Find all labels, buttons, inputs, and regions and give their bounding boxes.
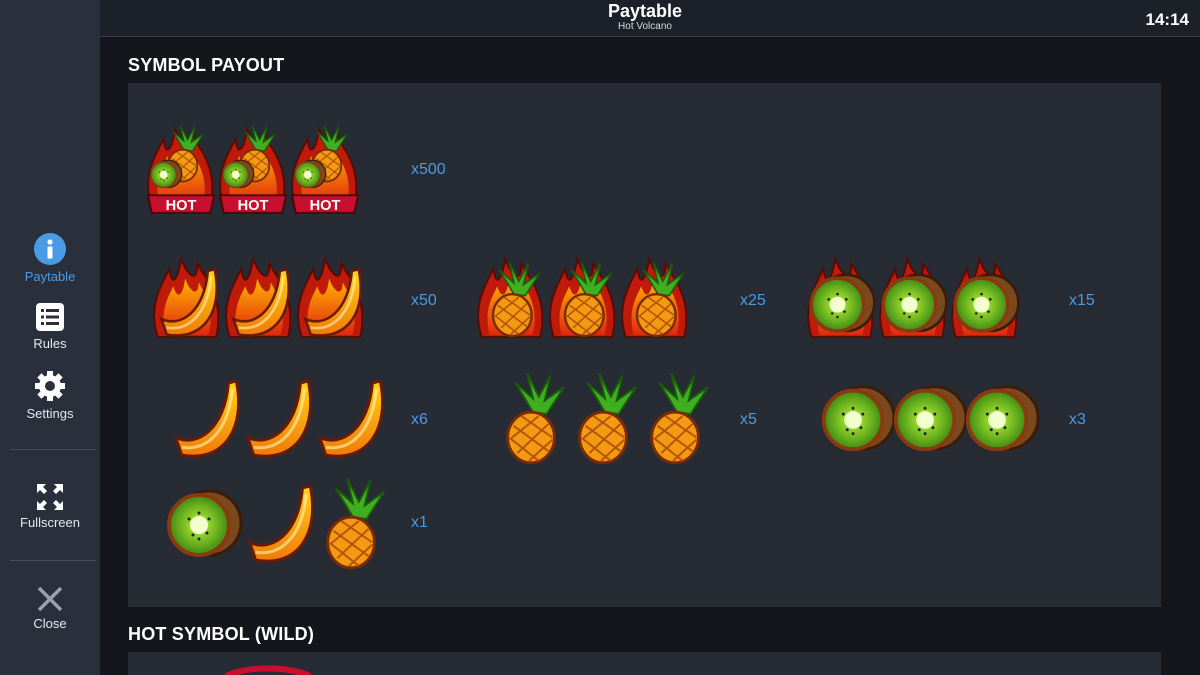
payout-row-banana — [168, 368, 384, 468]
sidebar-item-label: Fullscreen — [20, 515, 80, 530]
kiwi-symbol — [818, 368, 896, 468]
multiplier-mixed: x1 — [411, 514, 428, 531]
hot-banana-symbol — [220, 248, 298, 348]
sidebar-divider — [10, 449, 96, 450]
clock: 14:14 — [1145, 10, 1189, 29]
payout-row-hot-banana — [148, 248, 364, 348]
sidebar-item-label: Settings — [26, 406, 74, 421]
multiplier-banana: x6 — [411, 411, 428, 428]
payout-row-hot-pineapple — [472, 248, 688, 348]
pineapple-symbol — [314, 473, 392, 573]
payout-row-hot — [142, 118, 358, 218]
banana-symbol — [312, 368, 390, 468]
pineapple-symbol — [566, 368, 644, 468]
hot-symbol-preview — [224, 665, 312, 675]
sidebar-item-label: Rules — [33, 336, 67, 351]
hot-wild-symbol — [214, 118, 292, 218]
hot-wild-symbol — [142, 118, 220, 218]
hot-banana-symbol — [292, 248, 370, 348]
sidebar-item-settings[interactable]: Settings — [0, 370, 100, 421]
payout-row-kiwi — [818, 368, 1034, 468]
section-title-hot-symbol: HOT SYMBOL (WILD) — [128, 624, 315, 644]
hot-kiwi-symbol — [874, 248, 949, 348]
sidebar-item-paytable[interactable]: Paytable — [0, 233, 100, 284]
pineapple-symbol — [494, 368, 572, 468]
multiplier-hot-pineapple: x25 — [740, 292, 766, 309]
game-name: Hot Volcano — [618, 21, 672, 32]
payout-panel: x500 x50 x25 x15 x6 x5 x3 x1 — [128, 83, 1161, 607]
gear-icon — [35, 371, 65, 401]
hot-pineapple-symbol — [616, 248, 694, 348]
multiplier-hot-wild: x500 — [411, 161, 446, 178]
hot-pineapple-symbol — [544, 248, 622, 348]
info-icon — [34, 233, 66, 265]
hot-kiwi-symbol — [946, 248, 1021, 348]
close-icon — [37, 586, 63, 612]
hot-kiwi-symbol — [802, 248, 877, 348]
top-bar: Paytable Hot Volcano 14:14 — [100, 0, 1200, 37]
close-button[interactable]: Close — [0, 586, 100, 631]
payout-row-hot-kiwi — [802, 248, 1021, 348]
sidebar-item-fullscreen[interactable]: Fullscreen — [0, 483, 100, 530]
fullscreen-icon — [37, 484, 63, 510]
multiplier-hot-kiwi: x15 — [1069, 292, 1095, 309]
sidebar-item-rules[interactable]: Rules — [0, 302, 100, 351]
banana-symbol — [242, 473, 320, 573]
payout-row-pineapple — [494, 368, 710, 468]
hot-pineapple-symbol — [472, 248, 550, 348]
section-title-symbol-payout: SYMBOL PAYOUT — [128, 55, 285, 75]
kiwi-symbol — [962, 368, 1040, 468]
kiwi-symbol — [158, 473, 248, 573]
sidebar-item-label: Paytable — [24, 269, 76, 284]
page-title: Paytable — [607, 1, 683, 21]
hot-symbol-panel — [128, 652, 1161, 675]
multiplier-kiwi: x3 — [1069, 411, 1086, 428]
hot-wild-symbol — [286, 118, 364, 218]
pineapple-symbol — [638, 368, 716, 468]
sidebar-item-label: Close — [33, 616, 67, 631]
sidebar: Paytable Rules Settings Fullscreen Close — [0, 0, 100, 675]
multiplier-pineapple: x5 — [740, 411, 757, 428]
multiplier-hot-banana: x50 — [411, 292, 437, 309]
kiwi-symbol — [890, 368, 968, 468]
banana-symbol — [240, 368, 318, 468]
list-icon — [36, 303, 64, 331]
hot-banana-symbol — [148, 248, 226, 348]
payout-row-mixed — [158, 473, 386, 573]
sidebar-divider — [10, 560, 96, 561]
banana-symbol — [168, 368, 246, 468]
